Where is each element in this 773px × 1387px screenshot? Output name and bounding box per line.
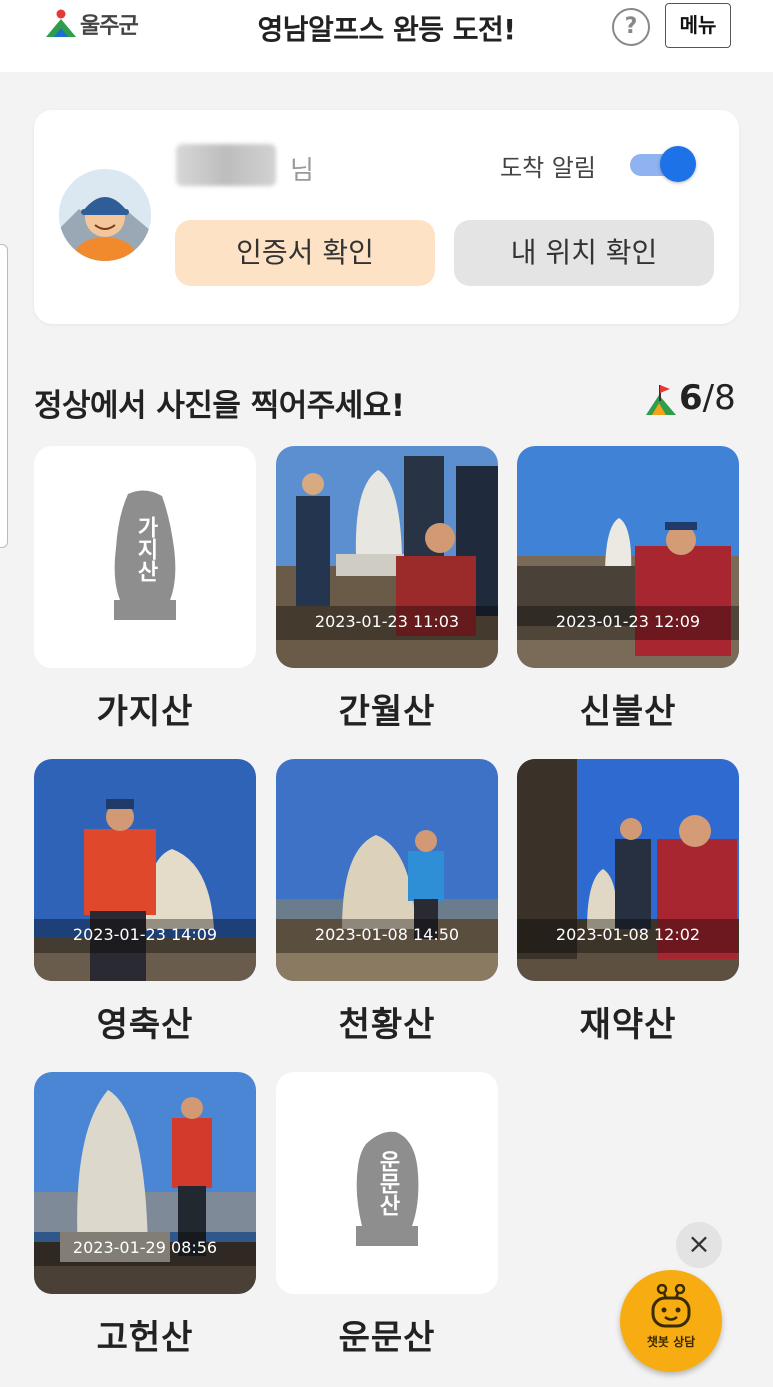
mountain-tile-jaeyak[interactable]: 2023-01-08 12:02	[517, 759, 739, 981]
photo-timestamp: 2023-01-08 14:50	[314, 925, 460, 944]
summit-flag-icon	[646, 385, 676, 415]
stone-text: 가지산	[133, 516, 158, 582]
progress-slash: /	[702, 378, 715, 418]
photo-timestamp: 2023-01-23 11:03	[314, 612, 460, 631]
section-title: 정상에서 사진을 찍어주세요!	[34, 388, 405, 424]
photo-timestamp: 2023-01-23 12:09	[555, 612, 701, 631]
mountain-name: 운문산	[338, 1318, 436, 1358]
progress-counter: 6 / 8	[646, 378, 736, 418]
chatbot-label: 챗봇 상담	[646, 1335, 696, 1349]
mountain-name: 영축산	[96, 1005, 194, 1045]
mountain-name: 신불산	[579, 692, 677, 732]
mountain-name: 가지산	[96, 692, 194, 732]
robot-face-icon	[651, 1284, 691, 1328]
photo-timestamp: 2023-01-08 12:02	[555, 925, 701, 944]
avatar	[59, 169, 151, 261]
progress-done: 6	[679, 378, 703, 418]
chatbot-close-button[interactable]: ×	[676, 1222, 722, 1268]
mountain-tile-gaji[interactable]: 가지산	[34, 446, 256, 668]
menu-button[interactable]: 메뉴	[665, 3, 731, 48]
side-drawer-handle[interactable]	[0, 244, 8, 548]
my-location-button[interactable]: 내 위치 확인	[454, 220, 714, 286]
name-suffix: 님	[290, 156, 314, 186]
mountain-name: 재약산	[579, 1005, 677, 1045]
mountain-name: 천황산	[338, 1005, 436, 1045]
certificate-button[interactable]: 인증서 확인	[175, 220, 435, 286]
mountain-tile-cheonhwang[interactable]: 2023-01-08 14:50	[276, 759, 498, 981]
stone-text: 운문산	[375, 1150, 400, 1216]
mountain-name: 고헌산	[96, 1318, 194, 1358]
profile-card: 님 도착 알림 인증서 확인 내 위치 확인	[34, 110, 739, 324]
page-title: 영남알프스 완등 도전!	[257, 13, 516, 46]
chatbot-button[interactable]: 챗봇 상담	[620, 1270, 722, 1372]
arrival-notify-toggle[interactable]	[628, 146, 696, 182]
user-name-blurred	[176, 144, 276, 186]
photo-timestamp: 2023-01-23 14:09	[72, 925, 218, 944]
help-button[interactable]: ?	[612, 8, 650, 46]
mountain-tile-unmun[interactable]: 운문산	[276, 1072, 498, 1294]
app-header: 울주군 영남알프스 완등 도전! ? 메뉴	[0, 0, 773, 72]
progress-total: 8	[714, 378, 736, 418]
photo-timestamp: 2023-01-29 08:56	[72, 1238, 218, 1257]
mountain-tile-goheon[interactable]: 2023-01-29 08:56	[34, 1072, 256, 1294]
mountain-tile-sinbul[interactable]: 2023-01-23 12:09	[517, 446, 739, 668]
arrival-notify-label: 도착 알림	[500, 154, 596, 182]
mountain-name: 간월산	[338, 692, 436, 732]
mountain-tile-ganwol[interactable]: 2023-01-23 11:03	[276, 446, 498, 668]
mountain-tile-yeongchuk[interactable]: 2023-01-23 14:09	[34, 759, 256, 981]
